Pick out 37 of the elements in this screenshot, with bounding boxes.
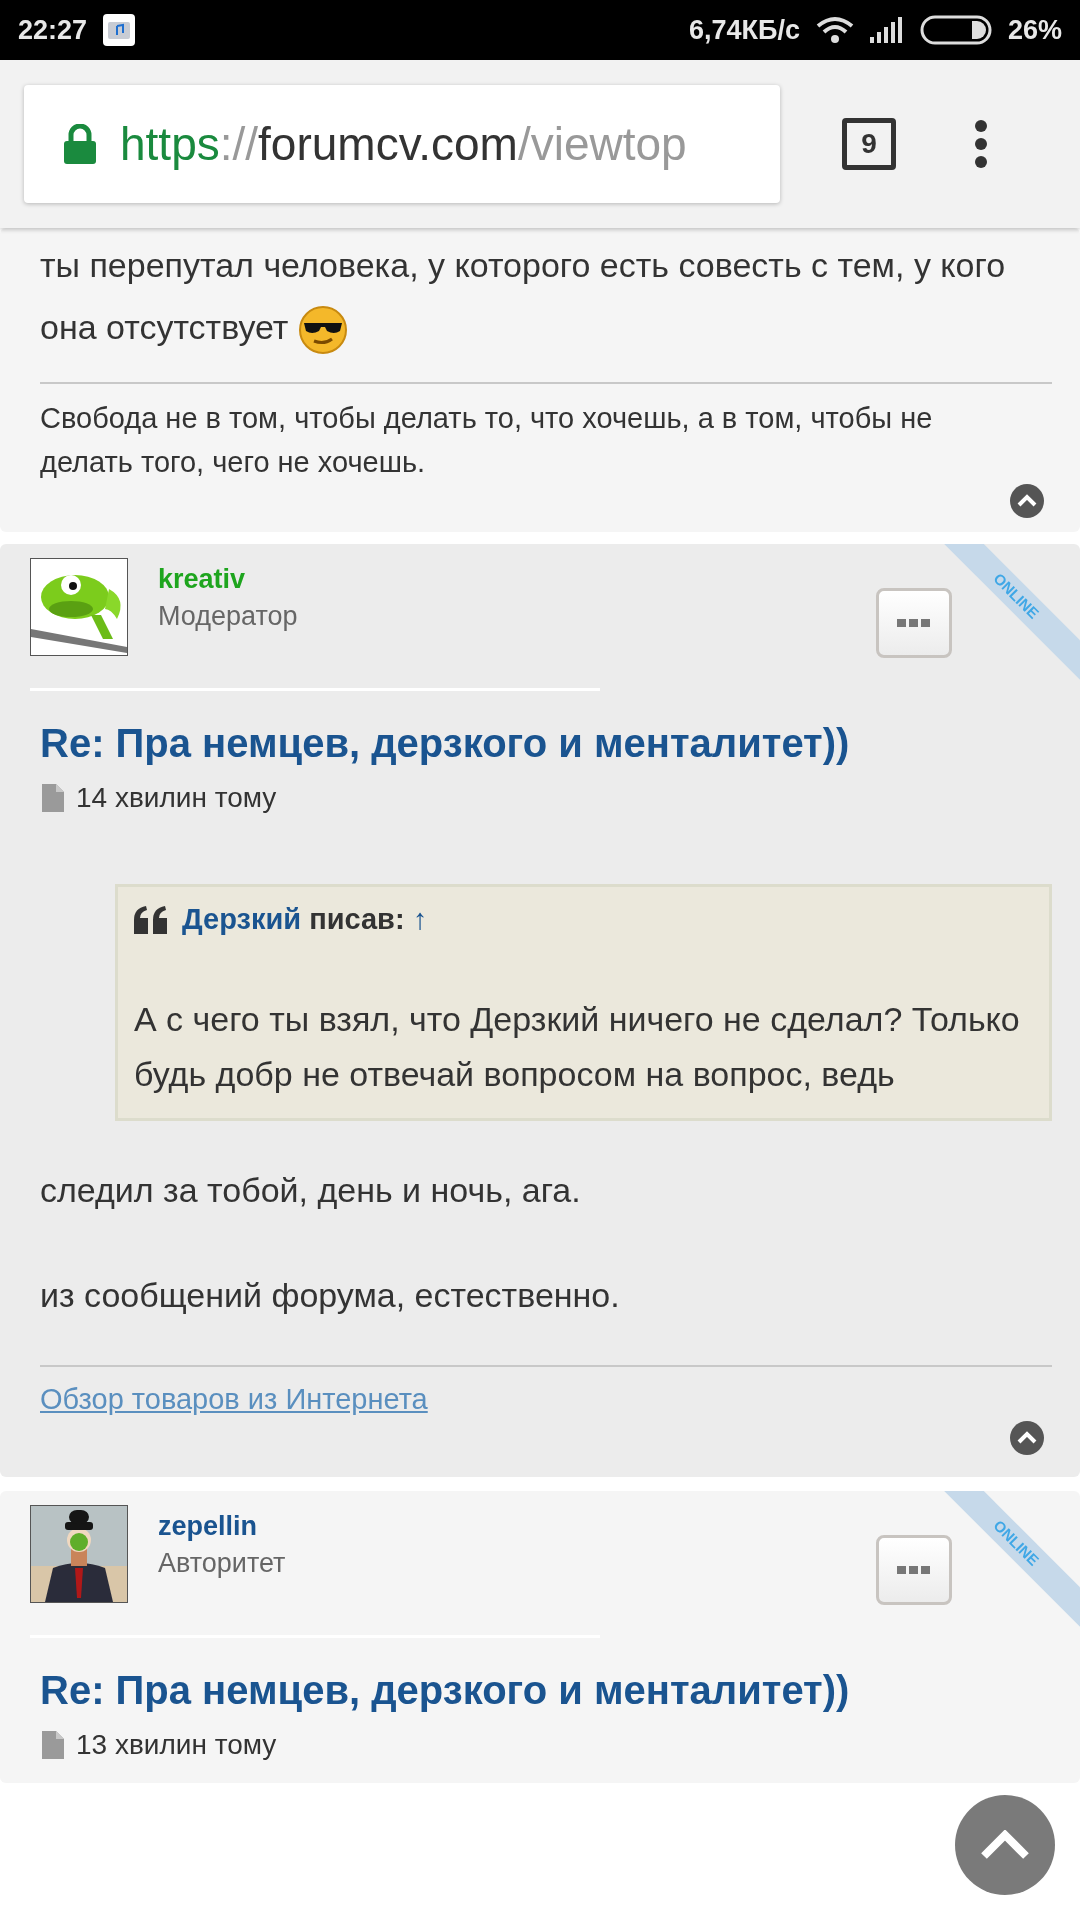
battery-percent: 26%: [1007, 14, 1062, 46]
quote-author-link[interactable]: Дерзкий: [182, 903, 302, 935]
document-icon: [42, 1731, 64, 1759]
more-menu-icon[interactable]: [974, 119, 988, 169]
post-menu-button[interactable]: [876, 1535, 952, 1605]
signature-text: Свобода не в том, чтобы делать то, что хочешь, а в том, чтобы не делать того, чего не хочешь.: [40, 401, 934, 480]
post-text: из сообщений форума, естественно.: [40, 1276, 621, 1315]
username[interactable]: zepellin: [158, 1511, 258, 1542]
quote-verb: писав:: [309, 903, 405, 935]
post-title[interactable]: Re: Пра немцев, дерзкого и менталитет)): [40, 1668, 850, 1713]
post-time: 13 хвилин тому: [76, 1729, 277, 1761]
scroll-up-icon[interactable]: [1010, 484, 1044, 518]
post-text: следил за тобой, день и ночь, ага.: [40, 1171, 582, 1210]
music-folder-icon: [103, 14, 136, 46]
sunglasses-smiley-icon: [297, 305, 348, 355]
document-icon: [42, 784, 64, 812]
more-dots-icon: [897, 1565, 931, 1575]
more-dots-icon: [897, 618, 931, 628]
network-speed: 6,74КБ/с: [689, 14, 800, 46]
scroll-up-icon[interactable]: [1010, 1421, 1044, 1455]
post-time: 14 хвилин тому: [76, 782, 277, 814]
clock: 22:27: [18, 14, 88, 46]
tab-count-button[interactable]: 9: [842, 118, 896, 170]
signal-icon: [869, 17, 904, 43]
quote-icon: [134, 905, 168, 934]
post-menu-button[interactable]: [876, 588, 952, 658]
address-bar[interactable]: https://forumcv.com/viewtop: [24, 85, 780, 203]
post-text: ты перепутал человека, у которого есть совесть с тем, у кого она отсутствует: [40, 234, 1052, 358]
user-rank: Модератор: [158, 601, 298, 632]
chevron-up-icon: [980, 1830, 1030, 1860]
battery-icon: [919, 15, 992, 45]
lock-icon: [64, 124, 96, 164]
wifi-icon: [815, 16, 854, 44]
quote-text: А с чего ты взял, что Дерзкий ничего не сделал? Только будь добр не отвечай вопросом на вопрос, ведь: [134, 999, 1021, 1095]
quote-source-link[interactable]: ↑: [412, 903, 428, 935]
post-title[interactable]: Re: Пра немцев, дерзкого и менталитет)): [40, 721, 850, 766]
user-rank: Авторитет: [158, 1548, 286, 1579]
